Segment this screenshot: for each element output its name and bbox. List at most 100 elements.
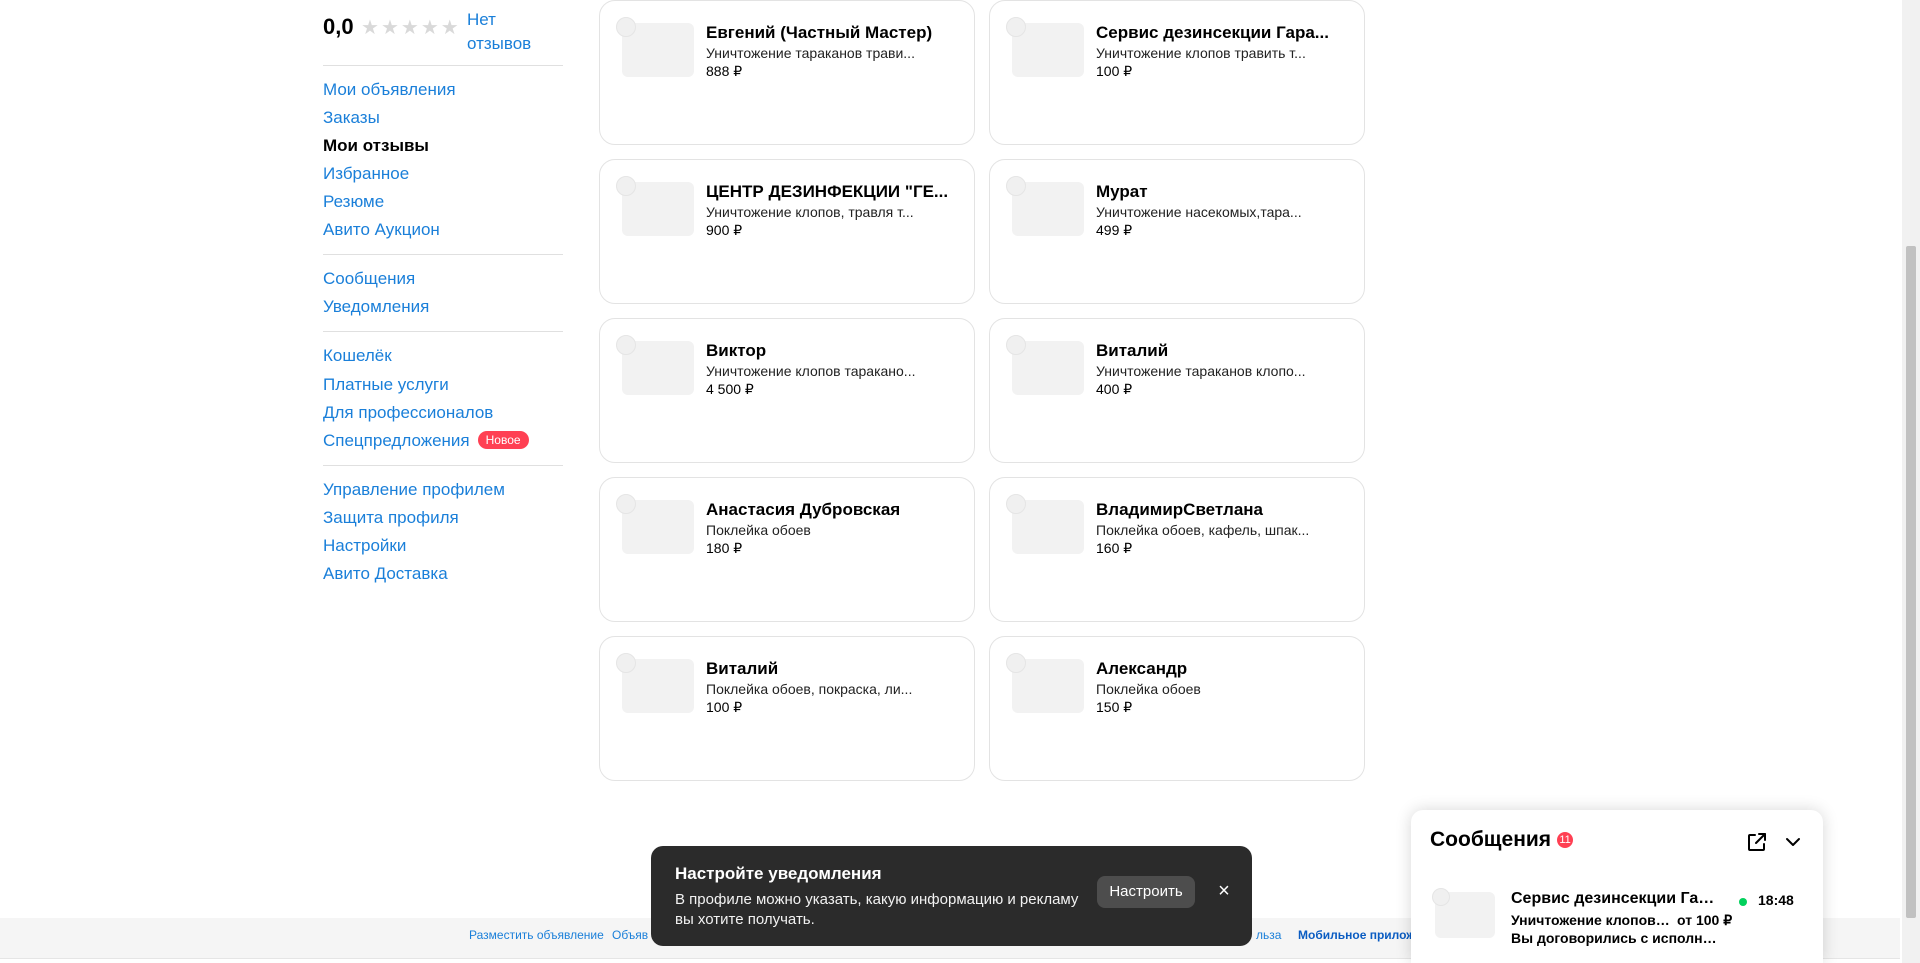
sidebar-item-my-ads[interactable]: Мои объявления [323, 79, 456, 101]
card-service: Уничтожение клопов травить т... [1096, 45, 1306, 61]
card-service: Поклейка обоев, покраска, ли... [706, 681, 913, 697]
card-price: 888 ₽ [706, 63, 743, 79]
chat-time: 18:48 [1758, 892, 1794, 908]
rating-summary: 0,0 ★ ★ ★ ★ ★ Нет отзывов [323, 8, 563, 53]
avatar [1006, 653, 1026, 673]
card-price: 100 ₽ [706, 699, 743, 715]
sidebar-item-orders[interactable]: Заказы [323, 107, 380, 129]
card-seller-name: ЦЕНТР ДЕЗИНФЕКЦИИ "ГЕ... [706, 182, 949, 201]
chat-last-message: Вы договорились с исполните... [1511, 930, 1721, 946]
close-icon[interactable]: × [1213, 880, 1235, 902]
avatar [1006, 335, 1026, 355]
sidebar-item-settings[interactable]: Настройки [323, 535, 406, 557]
seller-card[interactable]: Евгений (Частный Мастер) Уничтожение тар… [599, 0, 975, 145]
footer-link[interactable]: льза [1256, 928, 1281, 942]
sidebar-item-my-reviews[interactable]: Мои отзывы [323, 135, 429, 157]
chat-contact-name: Сервис дезинсекции Гар... [1511, 890, 1721, 907]
card-service: Уничтожение тараканов трави... [706, 45, 915, 61]
no-reviews-link[interactable]: Нет отзывов [467, 8, 563, 56]
avatar [616, 335, 636, 355]
sidebar-item-profile-management[interactable]: Управление профилем [323, 479, 505, 501]
card-price: 400 ₽ [1096, 381, 1133, 397]
scrollbar-thumb[interactable] [1906, 246, 1916, 918]
seller-card[interactable]: Анастасия Дубровская Поклейка обоев 180 … [599, 477, 975, 622]
chat-subject: Уничтожение клопов т... [1511, 912, 1671, 928]
sidebar-divider [323, 254, 563, 255]
card-service: Поклейка обоев [1096, 681, 1201, 697]
sidebar-item-professionals[interactable]: Для профессионалов [323, 402, 493, 424]
messenger-title: Сообщения 11 [1430, 828, 1574, 852]
messenger-title-text: Сообщения [1430, 828, 1552, 851]
avatar [616, 494, 636, 514]
card-service: Поклейка обоев, кафель, шпак... [1096, 522, 1310, 538]
notification-settings-toast: Настройте уведомления В профиле можно ук… [651, 846, 1252, 946]
seller-card[interactable]: Мурат Уничтожение насекомых,тара... 499 … [989, 159, 1365, 304]
toast-title: Настройте уведомления [675, 864, 882, 883]
sidebar-item-auction[interactable]: Авито Аукцион [323, 219, 440, 241]
sidebar-item-wallet[interactable]: Кошелёк [323, 345, 392, 367]
card-service: Уничтожение тараканов клопо... [1096, 363, 1306, 379]
sidebar-item-favorites[interactable]: Избранное [323, 163, 409, 185]
star-icon: ★ [400, 17, 419, 39]
star-icon: ★ [440, 17, 459, 39]
card-seller-name: Виталий [706, 659, 779, 678]
card-price: 100 ₽ [1096, 63, 1133, 79]
configure-button[interactable]: Настроить [1097, 876, 1195, 908]
card-price: 900 ₽ [706, 222, 743, 238]
card-price: 150 ₽ [1096, 699, 1133, 715]
sidebar-item-profile-protection[interactable]: Защита профиля [323, 507, 459, 529]
sidebar-item-notifications[interactable]: Уведомления [323, 296, 429, 318]
sidebar-divider [323, 331, 563, 332]
card-seller-name: Александр [1096, 659, 1188, 678]
messenger-widget: Сообщения 11 Сервис дезинсекции Гар... 18… [1411, 810, 1823, 963]
rating-stars: ★ ★ ★ ★ ★ [361, 18, 459, 38]
card-seller-name: Виктор [706, 341, 767, 360]
footer-link[interactable]: Объяв [612, 928, 648, 942]
seller-card[interactable]: Виталий Поклейка обоев, покраска, ли... … [599, 636, 975, 781]
online-status-indicator [1739, 898, 1747, 906]
card-seller-name: ВладимирСветлана [1096, 500, 1263, 519]
card-seller-name: Анастасия Дубровская [706, 500, 901, 519]
card-seller-name: Сервис дезинсекции Гара... [1096, 23, 1329, 42]
unread-count-badge: 11 [1557, 832, 1574, 848]
card-seller-name: Виталий [1096, 341, 1169, 360]
sidebar-divider [323, 465, 563, 466]
avatar [616, 17, 636, 37]
star-icon: ★ [361, 17, 379, 39]
sidebar-item-resume[interactable]: Резюме [323, 191, 384, 213]
new-badge: Новое [477, 431, 529, 449]
avatar [1006, 176, 1026, 196]
card-price: 160 ₽ [1096, 540, 1133, 556]
seller-card[interactable]: ВладимирСветлана Поклейка обоев, кафель,… [989, 477, 1365, 622]
card-price: 499 ₽ [1096, 222, 1133, 238]
footer-link-post-ad[interactable]: Разместить объявление [469, 928, 604, 942]
sidebar-item-messages[interactable]: Сообщения [323, 268, 415, 290]
card-price: 4 500 ₽ [706, 381, 754, 397]
card-service: Уничтожение насекомых,тара... [1096, 204, 1302, 220]
card-seller-name: Евгений (Частный Мастер) [706, 23, 933, 42]
sidebar-item-paid-services[interactable]: Платные услуги [323, 374, 449, 396]
star-icon: ★ [420, 17, 439, 39]
page-scrollbar[interactable] [1902, 0, 1920, 963]
avatar [1006, 494, 1026, 514]
seller-card[interactable]: Виталий Уничтожение тараканов клопо... 4… [989, 318, 1365, 463]
seller-card[interactable]: ЦЕНТР ДЕЗИНФЕКЦИИ "ГЕ... Уничтожение кло… [599, 159, 975, 304]
chat-price: от 100 ₽ [1677, 912, 1733, 928]
avatar [1006, 17, 1026, 37]
footer-link-mobile-app[interactable]: Мобильное приложе [1298, 928, 1421, 942]
chat-list-item[interactable]: Сервис дезинсекции Гар... 18:48 Уничтоже… [1411, 878, 1823, 958]
avatar [1432, 888, 1450, 906]
chevron-down-icon[interactable] [1781, 830, 1805, 854]
rating-value: 0,0 [323, 14, 354, 39]
seller-card[interactable]: Александр Поклейка обоев 150 ₽ [989, 636, 1365, 781]
card-service: Уничтожение клопов, травля т... [706, 204, 914, 220]
sidebar-item-label: Спецпредложения [323, 431, 470, 450]
seller-card[interactable]: Сервис дезинсекции Гара... Уничтожение к… [989, 0, 1365, 145]
sidebar-item-delivery[interactable]: Авито Доставка [323, 563, 448, 585]
seller-card[interactable]: Виктор Уничтожение клопов тараканo... 4 … [599, 318, 975, 463]
sidebar-item-special-offers[interactable]: Спецпредложения Новое [323, 430, 529, 452]
open-external-icon[interactable] [1745, 830, 1769, 854]
toast-text: В профиле можно указать, какую информаци… [675, 891, 1079, 928]
card-service: Поклейка обоев [706, 522, 811, 538]
avatar [616, 653, 636, 673]
